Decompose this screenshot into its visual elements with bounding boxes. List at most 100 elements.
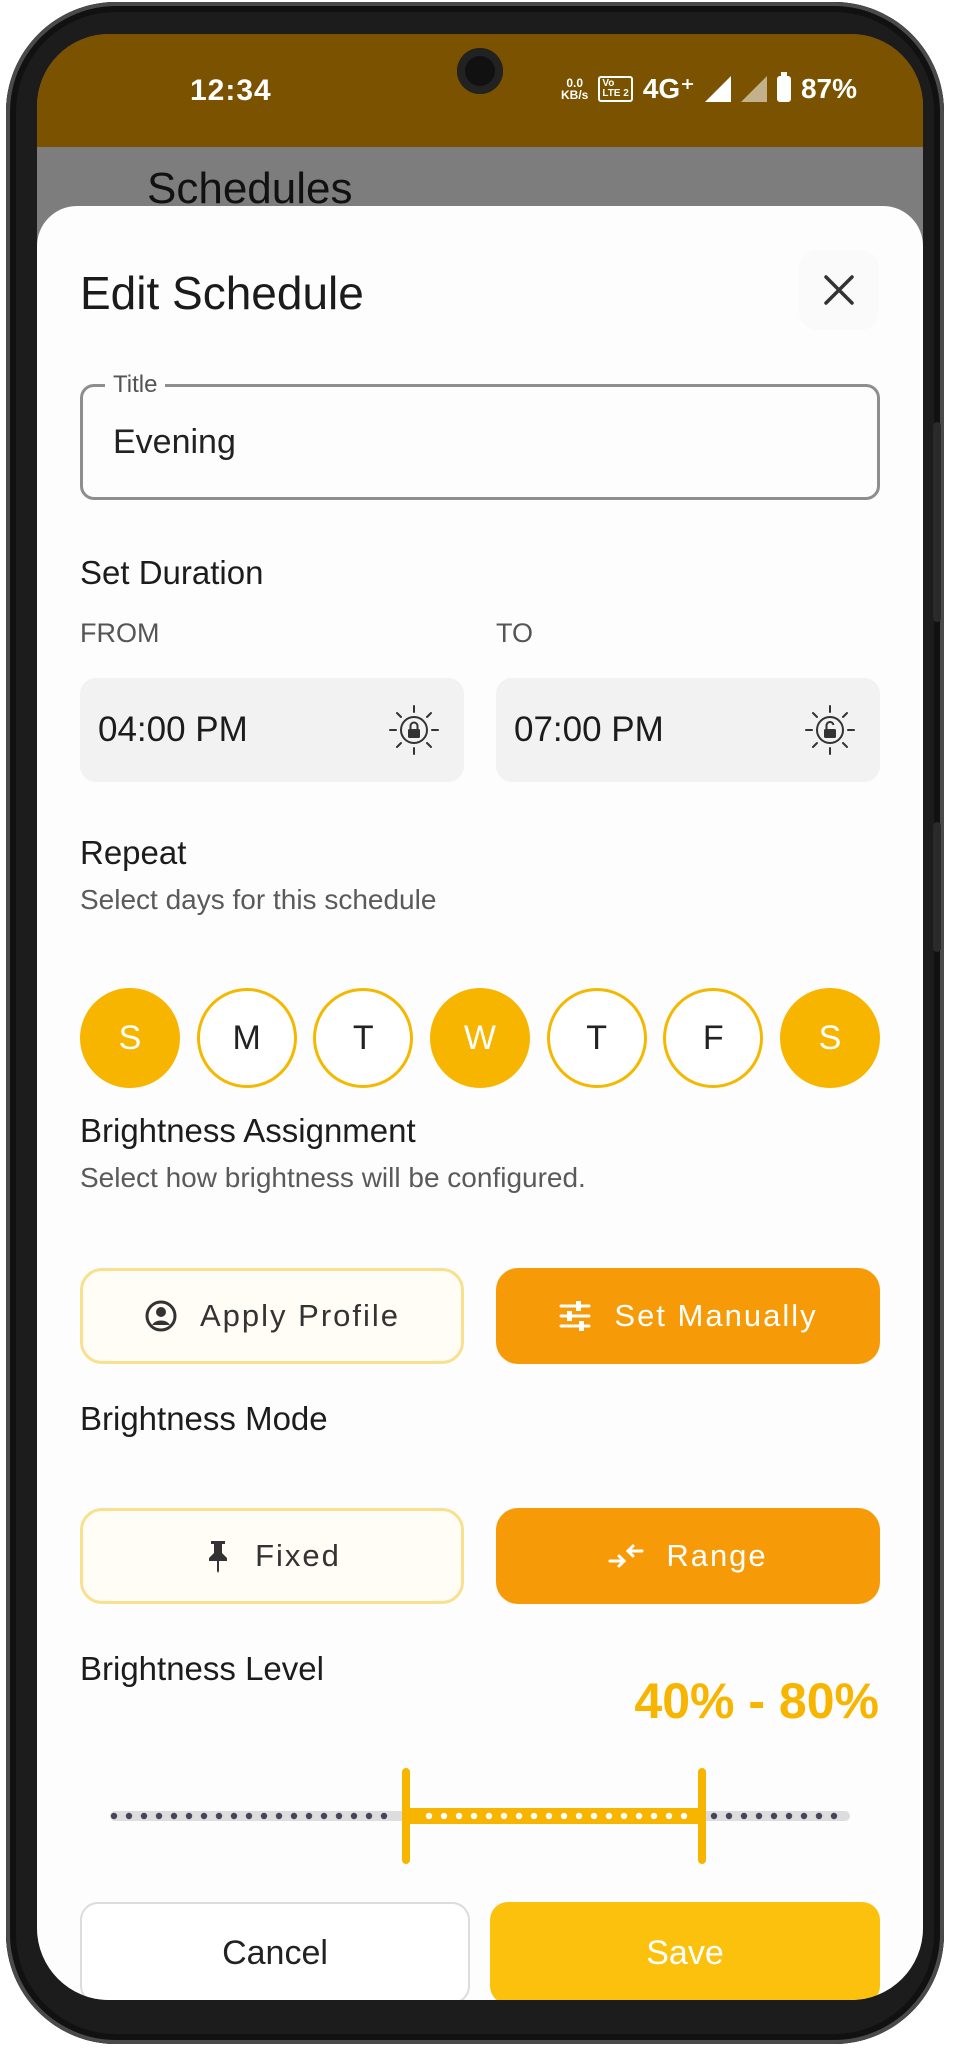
slider-max-handle[interactable]: [698, 1768, 706, 1864]
active-track-dot: [650, 1812, 658, 1820]
power-button: [933, 822, 941, 952]
volte-line-2: LTE 2: [602, 87, 629, 99]
close-icon: [824, 275, 854, 305]
track-dot: [260, 1812, 268, 1820]
data-rate: 0.0 KB/s: [561, 77, 588, 101]
range-mode-label: Range: [666, 1538, 768, 1573]
sun-lock-icon: [389, 705, 439, 755]
track-dot: [290, 1812, 298, 1820]
track-dot: [110, 1812, 118, 1820]
volte-icon: Vo LTE 2: [598, 75, 633, 102]
track-dot: [125, 1812, 133, 1820]
track-dot: [740, 1812, 748, 1820]
track-dot: [275, 1812, 283, 1820]
active-track-dot: [605, 1812, 613, 1820]
fixed-mode-button[interactable]: Fixed: [80, 1508, 464, 1604]
data-rate-unit: KB/s: [560, 87, 589, 102]
volte-line-1: Vo: [602, 77, 615, 89]
assignment-subtitle: Select how brightness will be configured…: [80, 1162, 586, 1193]
to-time-picker[interactable]: 07:00 PM: [496, 678, 880, 782]
active-track-dot: [545, 1812, 553, 1820]
track-dot: [770, 1812, 778, 1820]
cancel-button[interactable]: Cancel: [80, 1902, 470, 2000]
signal-icon: [704, 75, 731, 102]
volume-button: [933, 422, 941, 622]
battery-icon: [776, 71, 791, 102]
status-bar: 12:34 0.0 KB/s Vo LTE 2 4G⁺ 87%: [37, 34, 923, 147]
title-field-label: Title: [105, 371, 166, 399]
track-dot: [725, 1812, 733, 1820]
slider-active-range: [406, 1808, 702, 1824]
title-field-value: Evening: [113, 423, 236, 461]
active-track-dot: [500, 1812, 508, 1820]
day-friday[interactable]: F: [663, 988, 764, 1088]
range-arrows-icon: [608, 1544, 644, 1568]
pin-icon: [209, 1541, 228, 1573]
phone-frame: 12:34 0.0 KB/s Vo LTE 2 4G⁺ 87% Schedule…: [6, 2, 944, 2044]
day-thursday[interactable]: T: [546, 988, 647, 1088]
from-time-value: 04:00 PM: [98, 710, 248, 749]
track-dot: [320, 1812, 328, 1820]
apply-profile-button[interactable]: Apply Profile: [80, 1268, 464, 1364]
edit-schedule-sheet: Edit Schedule Title Evening Set Duration…: [37, 206, 923, 2000]
day-monday[interactable]: M: [196, 988, 297, 1088]
from-label: FROM: [80, 618, 160, 648]
brightness-range-value: 40% - 80%: [634, 1673, 879, 1729]
active-track-dot: [530, 1812, 538, 1820]
track-dot: [185, 1812, 193, 1820]
sun-unlock-icon: [805, 705, 855, 755]
track-dot: [815, 1812, 823, 1820]
repeat-subtitle: Select days for this schedule: [80, 884, 437, 915]
signal-2-icon: [740, 75, 767, 102]
active-track-dot: [620, 1812, 628, 1820]
track-dot: [785, 1812, 793, 1820]
track-dot: [380, 1812, 388, 1820]
track-dot: [245, 1812, 253, 1820]
active-track-dot: [470, 1812, 478, 1820]
day-tuesday[interactable]: T: [313, 988, 414, 1088]
to-label: TO: [496, 618, 534, 648]
track-dot: [200, 1812, 208, 1820]
status-time: 12:34: [190, 74, 272, 107]
to-time-value: 07:00 PM: [514, 710, 664, 749]
track-dot: [170, 1812, 178, 1820]
track-dot: [800, 1812, 808, 1820]
track-dot: [305, 1812, 313, 1820]
track-dot: [140, 1812, 148, 1820]
profile-icon: [145, 1300, 177, 1332]
repeat-heading: Repeat: [80, 834, 187, 871]
save-button[interactable]: Save: [490, 1902, 880, 2000]
day-saturday[interactable]: S: [779, 988, 880, 1088]
active-track-dot: [515, 1812, 523, 1820]
fixed-mode-label: Fixed: [255, 1538, 341, 1573]
screen: 12:34 0.0 KB/s Vo LTE 2 4G⁺ 87% Schedule…: [37, 34, 923, 2000]
day-sunday[interactable]: S: [80, 988, 180, 1088]
title-field[interactable]: Title Evening: [80, 371, 880, 500]
active-track-dot: [440, 1812, 448, 1820]
day-wednesday[interactable]: W: [429, 988, 530, 1088]
set-manually-button[interactable]: Set Manually: [496, 1268, 880, 1364]
active-track-dot: [485, 1812, 493, 1820]
track-dot: [365, 1812, 373, 1820]
duration-heading: Set Duration: [80, 554, 264, 591]
close-button[interactable]: [799, 250, 879, 330]
battery-percent: 87%: [800, 72, 857, 104]
active-track-dot: [635, 1812, 643, 1820]
status-icons: 0.0 KB/s Vo LTE 2 4G⁺ 87%: [561, 71, 857, 105]
range-mode-button[interactable]: Range: [496, 1508, 880, 1604]
day-selector: S M T W T F S: [80, 988, 880, 1088]
brightness-range-slider[interactable]: [80, 1766, 880, 1866]
assignment-heading: Brightness Assignment: [80, 1112, 416, 1149]
active-track-dot: [575, 1812, 583, 1820]
track-dot: [155, 1812, 163, 1820]
active-track-dot: [455, 1812, 463, 1820]
active-track-dot: [560, 1812, 568, 1820]
track-dot: [230, 1812, 238, 1820]
track-dot: [755, 1812, 763, 1820]
from-time-picker[interactable]: 04:00 PM: [80, 678, 464, 782]
track-dot: [335, 1812, 343, 1820]
apply-profile-label: Apply Profile: [199, 1298, 401, 1333]
slider-min-handle[interactable]: [402, 1768, 410, 1864]
mode-heading: Brightness Mode: [80, 1400, 328, 1437]
front-camera: [457, 48, 503, 94]
